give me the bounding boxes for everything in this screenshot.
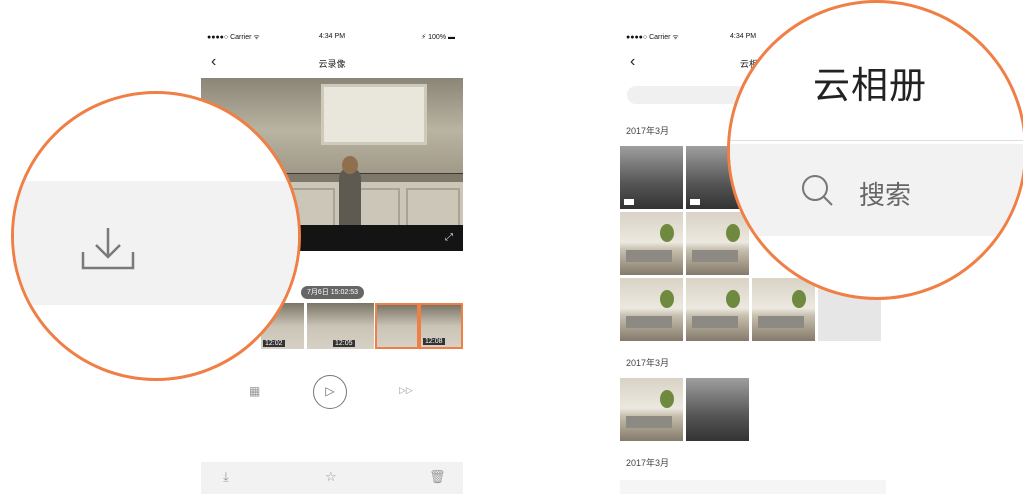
play-icon: ▷ [325, 384, 335, 398]
calendar-icon[interactable]: ▦ [249, 384, 260, 398]
photo-plant [792, 290, 806, 308]
photo-thumbnail[interactable] [620, 278, 683, 341]
trash-icon[interactable]: 🗑 [429, 469, 446, 485]
carrier-label: ●●●●○ Carrier ᯤ [626, 34, 679, 41]
header-divider [730, 140, 1023, 141]
photo-thumbnail[interactable] [686, 378, 749, 441]
timeline-thumbnail[interactable]: 12:05 [331, 303, 374, 349]
video-icon [690, 199, 700, 205]
photo-thumbnail[interactable] [752, 278, 815, 341]
star-icon[interactable]: ☆ [325, 469, 337, 485]
search-icon[interactable] [800, 173, 834, 207]
photo-plant [660, 390, 674, 408]
fullscreen-icon[interactable]: ⤢ [445, 232, 453, 243]
fast-forward-icon[interactable]: ▷▷ [399, 385, 413, 396]
photo-sofa [626, 250, 672, 262]
search-placeholder: 搜索 [859, 180, 912, 210]
playback-controls: ▦ ▷ ▷▷ [201, 375, 463, 415]
photo-sofa [626, 316, 672, 328]
magnifier-download [11, 91, 301, 381]
section-header: 2017年3月 [626, 458, 670, 468]
timeline-thumbnail-selected[interactable] [375, 303, 419, 349]
photo-sofa [692, 250, 738, 262]
video-thumbnail[interactable] [620, 146, 683, 209]
download-icon[interactable]: ⤓ [223, 469, 229, 485]
photo-plant [726, 290, 740, 308]
status-time: 4:34 PM [730, 33, 757, 40]
magnifier-search: 云相册 搜索 [727, 0, 1023, 300]
video-icon [624, 199, 634, 205]
timeline-thumbnail-selected[interactable]: 12:08 [419, 303, 463, 349]
photo-sofa [758, 316, 804, 328]
thumbnail-time: 12:02 [263, 340, 285, 347]
photo-plant [660, 224, 674, 242]
magnifier-toolbar-band [14, 181, 298, 305]
thumbnail-time: 12:05 [333, 340, 355, 347]
page-title: 云录像 [318, 59, 346, 69]
photo-sofa [692, 316, 738, 328]
battery-indicator: ⚡ 100% ▬ [421, 34, 455, 41]
download-icon[interactable] [80, 226, 136, 272]
video-frame-child-head [342, 156, 358, 174]
thumbnail-image [377, 305, 417, 347]
bottom-toolbar: ⤓ ☆ 🗑 [201, 462, 463, 494]
video-frame-window [321, 84, 427, 145]
status-bar: ●●●●○ Carrier ᯤ 4:34 PM ⚡ 100% ▬ [201, 26, 463, 46]
timeline-timestamp: 7月6日 15:02:53 [301, 286, 364, 299]
section-header: 2017年3月 [626, 358, 670, 368]
photo-thumbnail[interactable] [686, 278, 749, 341]
photo-sofa [626, 416, 672, 428]
thumbnail-time: 12:08 [423, 338, 445, 345]
section-header: 2017年3月 [626, 126, 670, 136]
play-button[interactable]: ▷ [313, 375, 347, 409]
photo-thumbnail[interactable] [620, 378, 683, 441]
photo-thumbnail[interactable] [620, 212, 683, 275]
album-title: 云相册 [813, 65, 927, 106]
back-button[interactable]: ‹ [630, 54, 635, 70]
bottom-strip [620, 480, 886, 494]
photo-plant [660, 290, 674, 308]
